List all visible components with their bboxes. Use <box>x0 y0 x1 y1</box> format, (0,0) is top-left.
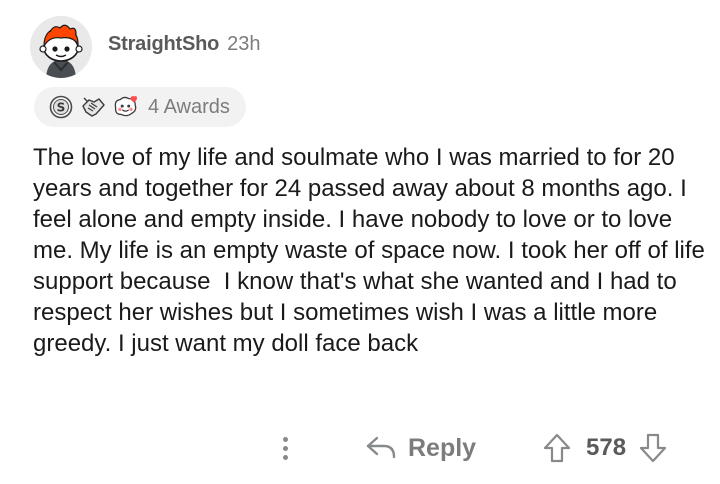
more-vertical-icon <box>282 436 288 442</box>
downvote-button[interactable] <box>636 431 670 465</box>
vote-controls: 578 <box>540 430 670 466</box>
upvote-button[interactable] <box>540 431 574 465</box>
comment-header: StraightSho 23h <box>30 12 261 82</box>
comment: StraightSho 23h S 4 Awards The love of m… <box>0 0 720 484</box>
more-options-button[interactable] <box>270 430 300 466</box>
comment-actions: Reply 578 <box>0 426 720 470</box>
vote-score: 578 <box>586 434 627 461</box>
comment-meta: StraightSho 23h <box>108 33 261 56</box>
username[interactable]: StraightSho <box>108 33 219 56</box>
comment-age: 23h <box>227 32 261 55</box>
upvote-arrow-icon <box>543 433 571 463</box>
reply-button[interactable]: Reply <box>366 430 476 466</box>
more-vertical-icon-dot <box>282 445 288 451</box>
handshake-award-icon <box>80 94 106 120</box>
reply-arrow-icon <box>366 436 396 459</box>
downvote-arrow-icon <box>639 433 667 463</box>
reply-label: Reply <box>408 433 477 462</box>
awards-pill[interactable]: S 4 Awards <box>34 87 246 127</box>
snoo-avatar-icon <box>30 16 92 78</box>
more-vertical-icon-dot <box>282 454 288 460</box>
svg-text:S: S <box>57 101 66 115</box>
wholesome-award-icon <box>112 94 138 120</box>
comment-body: The love of my life and soulmate who I w… <box>33 144 712 357</box>
silver-award-icon: S <box>48 94 74 120</box>
avatar[interactable] <box>30 16 92 78</box>
awards-count-label: 4 Awards <box>148 95 230 118</box>
